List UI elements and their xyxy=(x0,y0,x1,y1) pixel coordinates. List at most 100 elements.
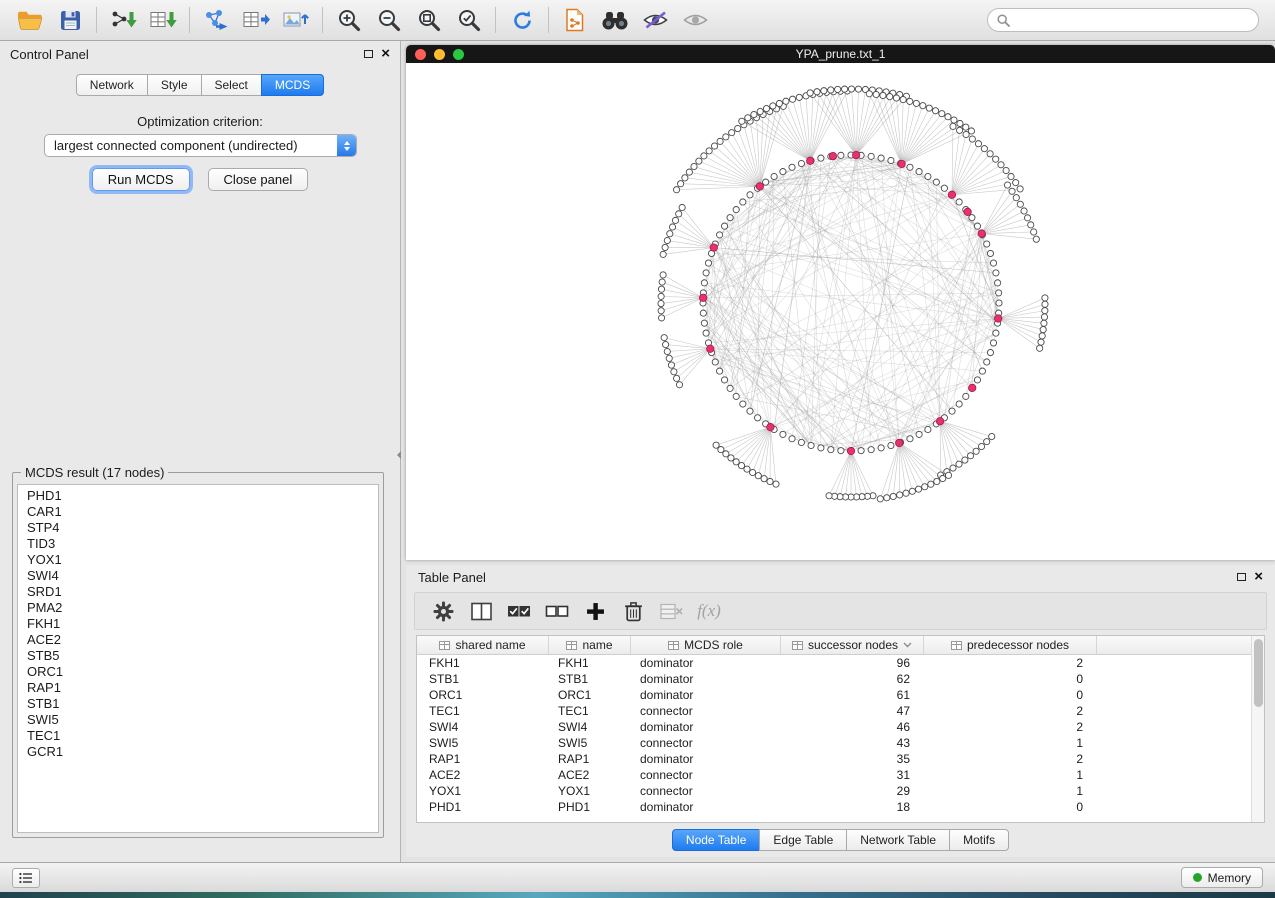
sort-icon xyxy=(792,641,803,650)
mcds-result-item[interactable]: STB1 xyxy=(18,696,378,712)
sort-icon xyxy=(668,641,679,650)
column-header-mcds-role[interactable]: MCDS role xyxy=(631,636,781,654)
mcds-result-item[interactable]: FKH1 xyxy=(18,616,378,632)
mcds-result-list[interactable]: PHD1CAR1STP4TID3YOX1SWI4SRD1PMA2FKH1ACE2… xyxy=(17,484,379,833)
mcds-result-item[interactable]: TEC1 xyxy=(18,728,378,744)
open-folder-icon xyxy=(17,10,43,30)
select-all-rows-button[interactable] xyxy=(507,598,531,624)
zoom-out-button[interactable] xyxy=(369,4,409,36)
mcds-result-item[interactable]: CAR1 xyxy=(18,504,378,520)
column-header-name[interactable]: name xyxy=(549,636,631,654)
mcds-result-item[interactable]: SWI5 xyxy=(18,712,378,728)
deselect-all-rows-button[interactable] xyxy=(545,598,569,624)
table-cell: 0 xyxy=(924,799,1097,815)
mcds-result-item[interactable]: PHD1 xyxy=(18,488,378,504)
optimization-criterion-label: Optimization criterion: xyxy=(0,114,400,129)
column-header-shared-name[interactable]: shared name xyxy=(417,636,549,654)
table-cell: 46 xyxy=(781,719,924,735)
open-file-button[interactable] xyxy=(10,4,50,36)
export-table-button[interactable] xyxy=(236,4,276,36)
share-document-button[interactable] xyxy=(555,4,595,36)
checked-boxes-icon xyxy=(507,602,531,621)
mcds-result-item[interactable]: GCR1 xyxy=(18,744,378,760)
new-network-button[interactable] xyxy=(196,4,236,36)
column-header-successor-nodes[interactable]: successor nodes xyxy=(781,636,924,654)
apply-layout-button[interactable] xyxy=(502,4,542,36)
close-panel-icon[interactable]: × xyxy=(1254,572,1263,582)
mcds-result-item[interactable]: SRD1 xyxy=(18,584,378,600)
table-cell: ORC1 xyxy=(549,687,631,703)
function-builder-button[interactable]: f(x) xyxy=(697,598,721,624)
collapse-left-icon[interactable] xyxy=(397,451,401,459)
import-table-button[interactable] xyxy=(143,4,183,36)
memory-button[interactable]: Memory xyxy=(1181,867,1263,888)
hide-selected-button[interactable] xyxy=(635,4,675,36)
window-zoom-button[interactable] xyxy=(453,49,464,60)
search-input[interactable] xyxy=(1016,13,1249,27)
table-row[interactable]: ORC1ORC1dominator610 xyxy=(417,687,1264,703)
zoom-fit-button[interactable] xyxy=(409,4,449,36)
table-row[interactable]: YOX1YOX1connector291 xyxy=(417,783,1264,799)
tab-select[interactable]: Select xyxy=(201,74,262,96)
show-all-button[interactable] xyxy=(675,4,715,36)
table-row[interactable]: STB1STB1dominator620 xyxy=(417,671,1264,687)
import-network-button[interactable] xyxy=(103,4,143,36)
table-row[interactable]: TEC1TEC1connector472 xyxy=(417,703,1264,719)
mcds-result-item[interactable]: TID3 xyxy=(18,536,378,552)
column-header-predecessor-nodes[interactable]: predecessor nodes xyxy=(924,636,1097,654)
find-button[interactable] xyxy=(595,4,635,36)
mcds-result-item[interactable]: STP4 xyxy=(18,520,378,536)
table-panel: Table Panel × xyxy=(406,565,1275,857)
table-row[interactable]: RAP1RAP1dominator352 xyxy=(417,751,1264,767)
network-canvas[interactable] xyxy=(406,63,1275,560)
table-row[interactable]: FKH1FKH1dominator962 xyxy=(417,655,1264,671)
zoom-in-button[interactable] xyxy=(329,4,369,36)
float-panel-icon[interactable] xyxy=(364,50,373,58)
window-minimize-button[interactable] xyxy=(434,49,445,60)
export-image-button[interactable] xyxy=(276,4,316,36)
tab-mcds[interactable]: MCDS xyxy=(261,74,324,96)
mcds-result-item[interactable]: PMA2 xyxy=(18,600,378,616)
unchecked-boxes-icon xyxy=(545,602,569,621)
delete-column-button[interactable] xyxy=(621,598,645,624)
run-mcds-button[interactable]: Run MCDS xyxy=(92,168,190,191)
table-cell: TEC1 xyxy=(417,703,549,719)
clear-table-button[interactable] xyxy=(659,598,683,624)
table-cell: SWI4 xyxy=(549,719,631,735)
table-row[interactable]: SWI4SWI4dominator462 xyxy=(417,719,1264,735)
tab-network[interactable]: Network xyxy=(76,74,148,96)
gear-icon xyxy=(433,601,454,622)
tab-node-table[interactable]: Node Table xyxy=(672,829,761,851)
task-history-button[interactable] xyxy=(12,868,40,888)
table-scrollbar[interactable] xyxy=(1251,636,1264,822)
mcds-result-item[interactable]: YOX1 xyxy=(18,552,378,568)
save-session-button[interactable] xyxy=(50,4,90,36)
table-settings-button[interactable] xyxy=(431,598,455,624)
table-cell: STB1 xyxy=(417,671,549,687)
mcds-result-item[interactable]: RAP1 xyxy=(18,680,378,696)
mcds-result-item[interactable]: ORC1 xyxy=(18,664,378,680)
table-cell: ACE2 xyxy=(417,767,549,783)
optimization-criterion-select[interactable]: largest connected component (undirected) xyxy=(44,134,357,157)
window-close-button[interactable] xyxy=(415,49,426,60)
tab-network-table[interactable]: Network Table xyxy=(846,829,950,851)
add-column-button[interactable] xyxy=(583,598,607,624)
table-row[interactable]: PHD1PHD1dominator180 xyxy=(417,799,1264,815)
network-window-titlebar[interactable]: YPA_prune.txt_1 xyxy=(406,45,1275,63)
tab-edge-table[interactable]: Edge Table xyxy=(759,829,847,851)
table-row[interactable]: ACE2ACE2connector311 xyxy=(417,767,1264,783)
table-row[interactable]: SWI5SWI5connector431 xyxy=(417,735,1264,751)
float-panel-icon[interactable] xyxy=(1237,573,1246,581)
zoom-selected-button[interactable] xyxy=(449,4,489,36)
mcds-result-item[interactable]: SWI4 xyxy=(18,568,378,584)
close-panel-button[interactable]: Close panel xyxy=(208,168,309,191)
mcds-result-item[interactable]: ACE2 xyxy=(18,632,378,648)
tab-motifs[interactable]: Motifs xyxy=(949,829,1009,851)
search-field[interactable] xyxy=(987,8,1259,32)
node-table-body: FKH1FKH1dominator962STB1STB1dominator620… xyxy=(417,655,1264,815)
show-columns-button[interactable] xyxy=(469,598,493,624)
close-panel-icon[interactable]: × xyxy=(381,49,390,59)
mcds-result-item[interactable]: STB5 xyxy=(18,648,378,664)
tab-style[interactable]: Style xyxy=(147,74,202,96)
scrollbar-thumb[interactable] xyxy=(1254,639,1263,707)
